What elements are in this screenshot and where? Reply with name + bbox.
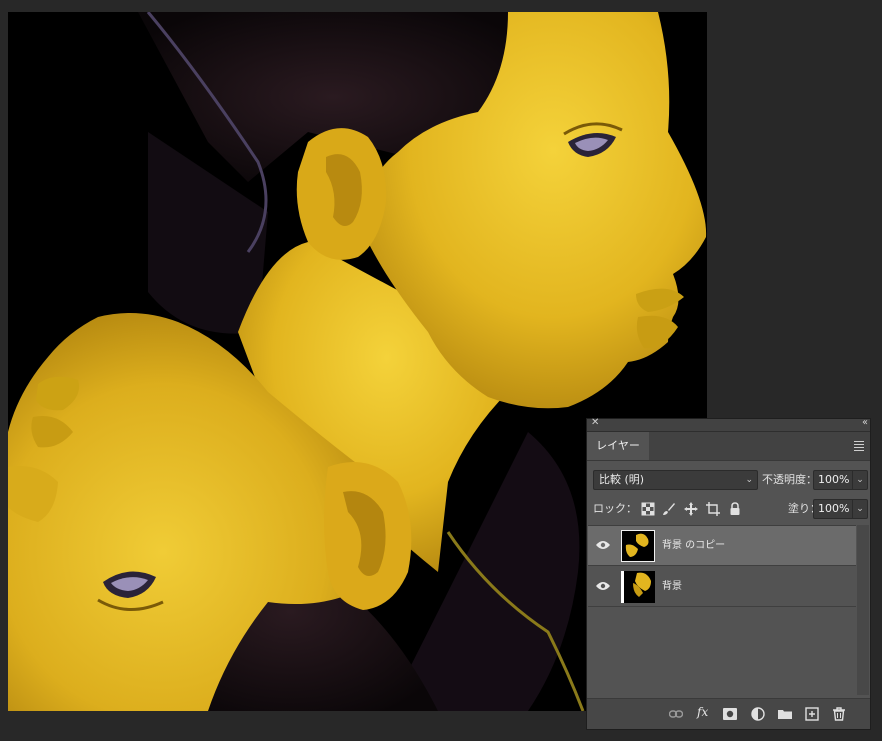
folder-icon[interactable]	[778, 707, 792, 721]
transparent-pixels-lock-icon[interactable]	[641, 502, 655, 516]
opacity-input[interactable]: 100%	[813, 470, 853, 490]
layer-name: 背景	[662, 581, 682, 592]
panel-menu-icon[interactable]	[854, 439, 864, 453]
panel-tab-bar: レイヤー	[587, 432, 870, 461]
blend-row: 比較 (明) ⌄ 不透明度： 100% ⌄	[593, 470, 868, 490]
tab-layers[interactable]: レイヤー	[587, 432, 649, 460]
move-lock-icon[interactable]	[684, 502, 698, 516]
layers-panel: ✕ ‹‹ レイヤー 比較 (明) ⌄ 不透明度： 100% ⌄ ロック： 塗り：…	[586, 417, 871, 730]
fx-icon[interactable]: fx	[697, 705, 711, 719]
lock-all-icon[interactable]	[728, 502, 742, 516]
adjustment-icon[interactable]	[751, 707, 765, 721]
layer-name: 背景 のコピー	[662, 540, 726, 551]
panel-title-bar: ✕ ‹‹	[587, 417, 870, 432]
brush-lock-icon[interactable]	[662, 502, 676, 516]
new-layer-icon[interactable]	[805, 707, 819, 721]
opacity-label: 不透明度：	[762, 473, 817, 486]
fill-dropdown-icon[interactable]: ⌄	[853, 499, 868, 519]
artboard-lock-icon[interactable]	[706, 502, 720, 516]
chevron-down-icon: ⌄	[745, 475, 753, 485]
layer-row-background[interactable]: 背景	[588, 567, 856, 607]
panel-bottom-toolbar: fx	[587, 698, 870, 729]
layer-thumbnail	[621, 530, 655, 562]
blend-mode-value: 比較 (明)	[599, 473, 645, 486]
close-icon[interactable]: ✕	[591, 417, 599, 428]
fill-input[interactable]: 100%	[813, 499, 853, 519]
trash-icon[interactable]	[832, 707, 846, 721]
link-icon[interactable]	[669, 707, 683, 721]
eye-icon[interactable]	[596, 540, 610, 550]
layers-scrollbar[interactable]	[857, 525, 869, 695]
mask-icon[interactable]	[723, 707, 737, 721]
layers-list: 背景 のコピー 背景	[588, 525, 856, 696]
layer-thumbnail	[621, 571, 655, 603]
layer-link-indicator	[621, 571, 624, 603]
blend-mode-select[interactable]: 比較 (明) ⌄	[593, 470, 758, 490]
layer-row-copy[interactable]: 背景 のコピー	[588, 526, 856, 566]
collapse-icon[interactable]: ‹‹	[862, 417, 868, 428]
eye-icon[interactable]	[596, 581, 610, 591]
lock-label: ロック：	[593, 502, 637, 515]
opacity-dropdown-icon[interactable]: ⌄	[853, 470, 868, 490]
lock-row: ロック： 塗り： 100% ⌄	[593, 499, 868, 519]
